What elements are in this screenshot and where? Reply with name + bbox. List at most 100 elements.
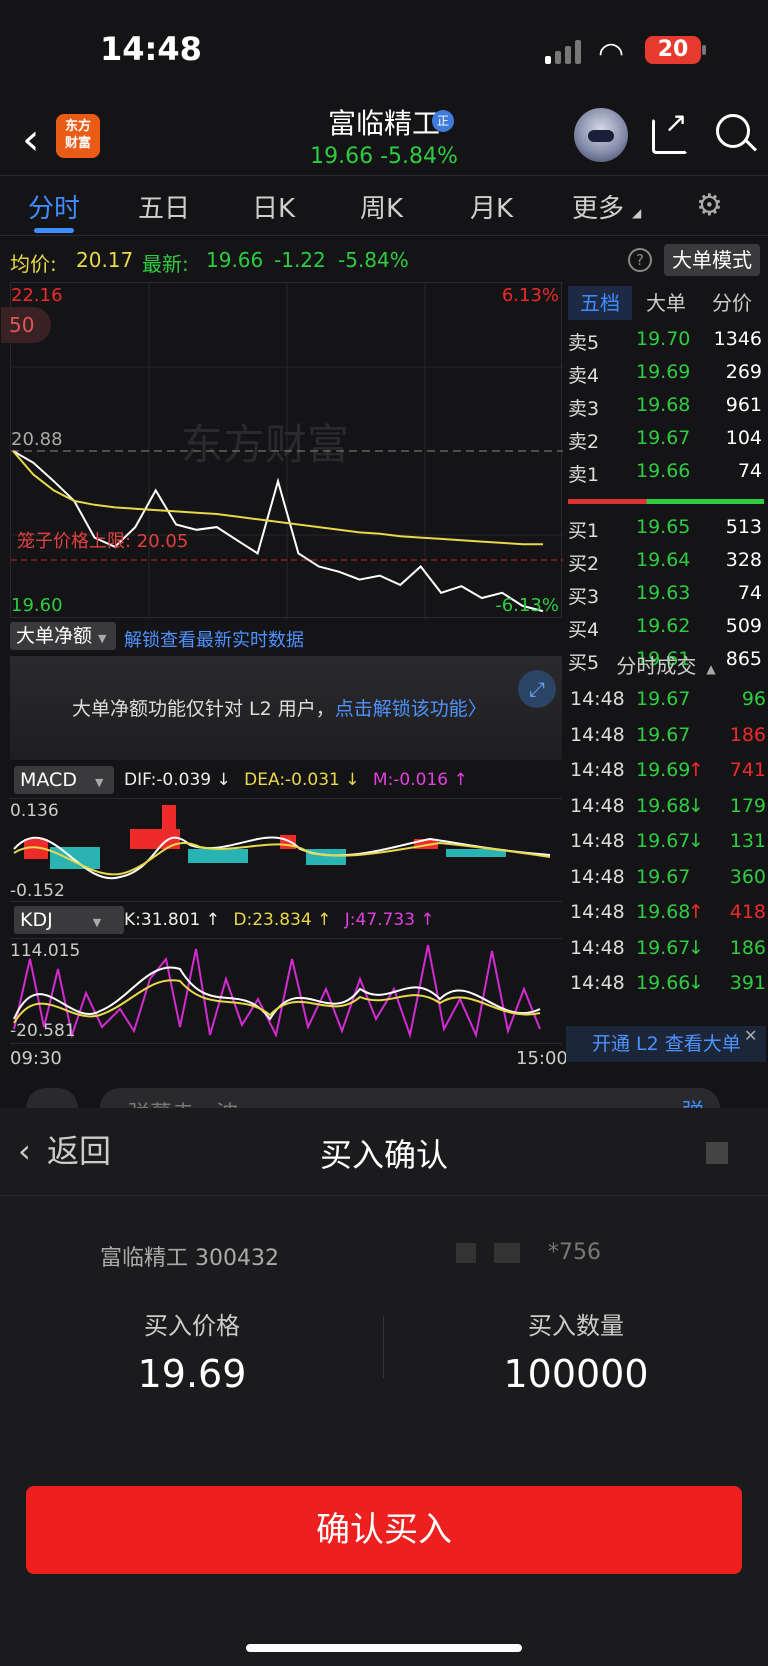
level-label: 买1 [568, 520, 600, 542]
chart-top-price: 22.16 [11, 285, 63, 306]
level-volume: 104 [725, 427, 762, 449]
kdj-chart[interactable]: 114.015 -20.581 [10, 938, 562, 1044]
price-summary: 均价: 20.17 最新: 19.66 -1.22 -5.84% [0, 240, 768, 280]
trade-row[interactable]: 14:48 19.67 186 [566, 720, 766, 753]
level-price: 19.68 [636, 394, 691, 416]
battery-tip [702, 45, 706, 55]
cellular-signal-icon [545, 40, 585, 64]
latest-value: 19.66 [206, 248, 264, 272]
unlock-panel-text: 大单净额功能仅针对 L2 用户，点击解锁该功能〉 [72, 698, 487, 720]
unlock-feature-link[interactable]: 点击解锁该功能 [335, 698, 468, 720]
level-label: 卖4 [568, 365, 600, 387]
intraday-chart-svg: 东方财富 [11, 283, 563, 619]
limit-price-label: 笼子价格上限: 20.05 [17, 531, 189, 552]
macd-dea: DEA:-0.031 ↓ [244, 770, 360, 790]
chart-bottom-pct: -6.13% [495, 595, 559, 616]
level-volume: 513 [725, 516, 762, 538]
l2-unlock-panel: 大单净额功能仅针对 L2 用户，点击解锁该功能〉 ⤢ [10, 656, 562, 760]
menu-square-icon[interactable] [706, 1142, 728, 1164]
tab-price-split[interactable]: 分价 [700, 286, 764, 320]
level-label: 卖2 [568, 431, 600, 453]
trade-price: 19.67 [636, 688, 691, 710]
trades-title[interactable]: 分时成交 ▲ [566, 650, 766, 679]
trade-row[interactable]: 14:48 19.67 ↓ 186 [566, 933, 766, 966]
trade-price: 19.67 [636, 936, 691, 959]
kdj-top: 114.015 [10, 941, 81, 961]
home-indicator [246, 1644, 522, 1652]
account-info: *756 [456, 1240, 601, 1265]
trade-price: 19.69 [636, 759, 691, 781]
macd-select[interactable]: MACD ▼ [14, 766, 114, 794]
chart-bottom-price: 19.60 [11, 595, 63, 616]
unlock-realtime-link[interactable]: 解锁查看最新实时数据 [124, 626, 304, 652]
macd-chart[interactable]: 0.136 -0.152 [10, 798, 562, 902]
ask-row[interactable]: 卖2 19.67 104 [566, 423, 766, 456]
trade-volume: 391 [729, 972, 766, 994]
trade-row[interactable]: 14:48 19.69 ↑ 741 [566, 755, 766, 788]
tab-level5[interactable]: 五档 [568, 286, 632, 320]
trade-time: 14:48 [570, 972, 625, 994]
tab-intraday[interactable]: 分时 [28, 188, 80, 225]
caret-up-icon: ▲ [706, 662, 716, 676]
wifi-icon: ◠ [598, 36, 625, 71]
trade-time: 14:48 [570, 723, 625, 746]
tab-weekly-k[interactable]: 周K [360, 188, 403, 225]
trade-arrow: ↓ [688, 936, 704, 959]
ai-assistant-icon[interactable] [574, 108, 628, 162]
big-order-select[interactable]: 大单净额 ▼ [10, 622, 116, 650]
level-price: 19.70 [636, 328, 691, 350]
trade-row[interactable]: 14:48 19.67 ↓ 131 [566, 826, 766, 859]
bid-row[interactable]: 买4 19.62 509 [566, 611, 766, 644]
tab-five-day[interactable]: 五日 [138, 188, 190, 225]
share-arrow-icon: ↗ [664, 106, 688, 139]
level-price: 19.67 [636, 427, 691, 449]
intraday-chart[interactable]: 东方财富 22.16 6.13% 50 20.88 笼子价格上限: 20.05 … [1, 282, 563, 619]
alert-badge[interactable]: 50 [1, 307, 51, 343]
bid-row[interactable]: 买2 19.64 328 [566, 545, 766, 578]
ask-row[interactable]: 卖5 19.70 1346 [566, 324, 766, 357]
latest-label: 最新: [142, 252, 189, 276]
expand-icon[interactable]: ⤢ [518, 670, 556, 708]
trade-row[interactable]: 14:48 19.66 ↓ 391 [566, 968, 766, 1001]
ask-row[interactable]: 卖3 19.68 961 [566, 390, 766, 423]
tab-monthly-k[interactable]: 月K [470, 188, 513, 225]
big-order-mode-button[interactable]: 大单模式 [664, 244, 760, 276]
tab-daily-k[interactable]: 日K [252, 188, 295, 225]
trade-time: 14:48 [570, 759, 625, 781]
level-label: 卖5 [568, 332, 600, 354]
kdj-bottom: -20.581 [10, 1021, 76, 1041]
trade-row[interactable]: 14:48 19.68 ↑ 418 [566, 897, 766, 930]
trade-time: 14:48 [570, 794, 625, 817]
kdj-select[interactable]: KDJ ▼ [14, 906, 124, 934]
tab-more[interactable]: 更多 [572, 188, 624, 225]
macd-bar [306, 849, 346, 865]
gear-icon[interactable]: ⚙ [696, 188, 723, 223]
search-icon[interactable] [716, 114, 750, 148]
macd-row: MACD ▼ DIF:-0.039 ↓ DEA:-0.031 ↓ M:-0.016… [10, 766, 562, 796]
level-price: 19.62 [636, 615, 691, 637]
spread-bar [568, 499, 764, 504]
trade-row[interactable]: 14:48 19.68 ↓ 179 [566, 791, 766, 824]
trade-row[interactable]: 14:48 19.67 360 [566, 862, 766, 895]
help-icon[interactable]: ? [628, 248, 652, 272]
ref-price-label: 20.88 [11, 429, 63, 450]
trade-time: 14:48 [570, 901, 625, 923]
kdj-k: K:31.801 ↑ [124, 910, 221, 930]
level-label: 买3 [568, 586, 600, 608]
chart-top-pct: 6.13% [501, 285, 559, 306]
level-price: 19.66 [636, 460, 691, 482]
level-price: 19.63 [636, 582, 691, 604]
ask-row[interactable]: 卖4 19.69 269 [566, 357, 766, 390]
time-end: 15:00 [516, 1048, 568, 1069]
trade-volume: 96 [741, 688, 766, 710]
bid-row[interactable]: 买3 19.63 74 [566, 578, 766, 611]
tab-big-order[interactable]: 大单 [634, 286, 698, 320]
l2-banner[interactable]: 开通 L2 查看大单 [566, 1026, 766, 1062]
trade-row[interactable]: 14:48 19.67 96 [566, 684, 766, 717]
ask-row[interactable]: 卖1 19.66 74 [566, 456, 766, 489]
bid-row[interactable]: 买1 19.65 513 [566, 512, 766, 545]
confirm-buy-button[interactable]: 确认买入 [26, 1486, 742, 1574]
trade-time: 14:48 [570, 688, 625, 710]
level-volume: 74 [737, 582, 762, 604]
close-icon[interactable]: ✕ [744, 1026, 764, 1046]
